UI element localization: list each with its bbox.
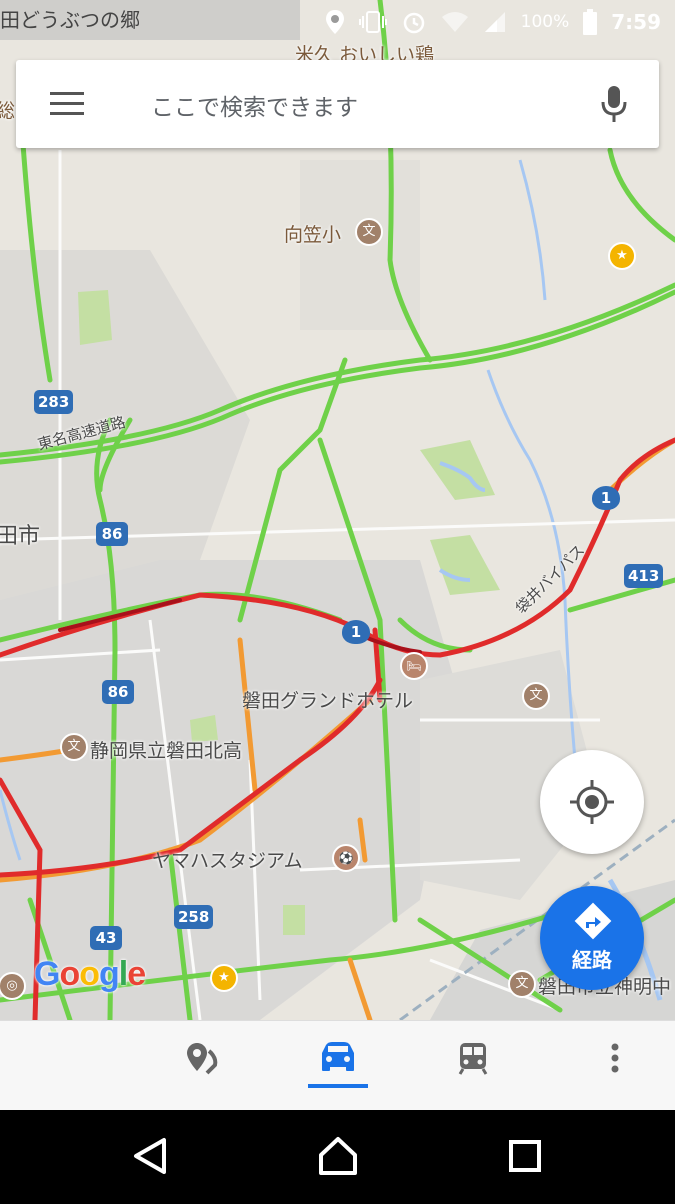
my-location-button[interactable]: [540, 750, 644, 854]
back-button[interactable]: [100, 1110, 200, 1200]
tab-explore[interactable]: [163, 1021, 243, 1111]
route-shield-1: 1: [342, 620, 370, 644]
battery-icon: [583, 9, 598, 35]
bottom-tab-bar: [0, 1020, 675, 1111]
status-bar-place-text: 田どうぶつの郷: [0, 8, 140, 32]
menu-icon[interactable]: [50, 92, 84, 116]
hotel-icon[interactable]: 🛏: [400, 652, 428, 680]
star-icon[interactable]: ★: [210, 964, 238, 992]
search-input[interactable]: ここで検索できます: [151, 88, 358, 122]
route-shield-86: 86: [96, 522, 128, 546]
route-shield-413: 413: [624, 564, 664, 588]
directions-icon: [574, 902, 612, 940]
map-label-grand-hotel[interactable]: 磐田グランドホテル: [242, 686, 413, 713]
route-shield-283: 283: [34, 390, 74, 414]
school-icon[interactable]: 文: [355, 218, 383, 246]
status-bar: 田どうぶつの郷 100% 7:59: [0, 0, 675, 44]
map-label-yamaha[interactable]: ヤマハスタジアム: [152, 846, 303, 873]
google-logo: Google: [34, 955, 146, 993]
active-tab-indicator: [308, 1084, 368, 1088]
home-button[interactable]: [288, 1110, 388, 1200]
home-icon: [319, 1137, 357, 1175]
tab-driving[interactable]: [298, 1021, 378, 1111]
directions-label: 経路: [572, 948, 612, 972]
route-shield-86: 86: [102, 680, 134, 704]
map-label-city[interactable]: 田市: [0, 518, 40, 550]
mic-icon[interactable]: [599, 84, 629, 124]
system-nav-bar: [0, 1110, 675, 1200]
school-icon[interactable]: 文: [522, 682, 550, 710]
recents-icon: [509, 1140, 541, 1172]
route-shield-43: 43: [90, 926, 122, 950]
location-pin-icon: [325, 10, 344, 34]
search-bar[interactable]: ここで検索できます: [16, 60, 659, 148]
explore-icon: [187, 1043, 218, 1075]
more-vert-icon: [611, 1043, 619, 1073]
wifi-icon: [441, 12, 468, 32]
car-icon: [322, 1042, 354, 1071]
map-label-mukasa[interactable]: 向笠小: [284, 220, 341, 247]
signal-icon: [484, 12, 505, 32]
crosshair-icon: [570, 780, 614, 824]
train-icon: [458, 1043, 488, 1075]
star-icon[interactable]: ★: [608, 242, 636, 270]
tab-transit[interactable]: [433, 1021, 513, 1111]
directions-button[interactable]: 経路: [540, 886, 644, 990]
stadium-icon[interactable]: ⚽: [332, 844, 360, 872]
route-shield-1: 1: [592, 486, 620, 510]
back-icon: [134, 1138, 166, 1174]
school-icon[interactable]: 文: [508, 970, 536, 998]
route-shield-258: 258: [174, 905, 214, 929]
battery-percent: 100%: [520, 12, 570, 32]
map-canvas[interactable]: 米久 おいしい鶏 総合 向笠小 文 ★ 東名高速道路 田市 磐田グランドホテル …: [0, 0, 675, 1020]
school-icon[interactable]: 文: [60, 733, 88, 761]
tab-more[interactable]: [575, 1021, 655, 1111]
recents-button[interactable]: [475, 1110, 575, 1200]
map-label-kitako[interactable]: 静岡県立磐田北高: [90, 736, 242, 763]
alarm-icon: [403, 12, 424, 34]
vibrate-icon: [358, 11, 387, 33]
status-clock: 7:59: [611, 10, 661, 34]
